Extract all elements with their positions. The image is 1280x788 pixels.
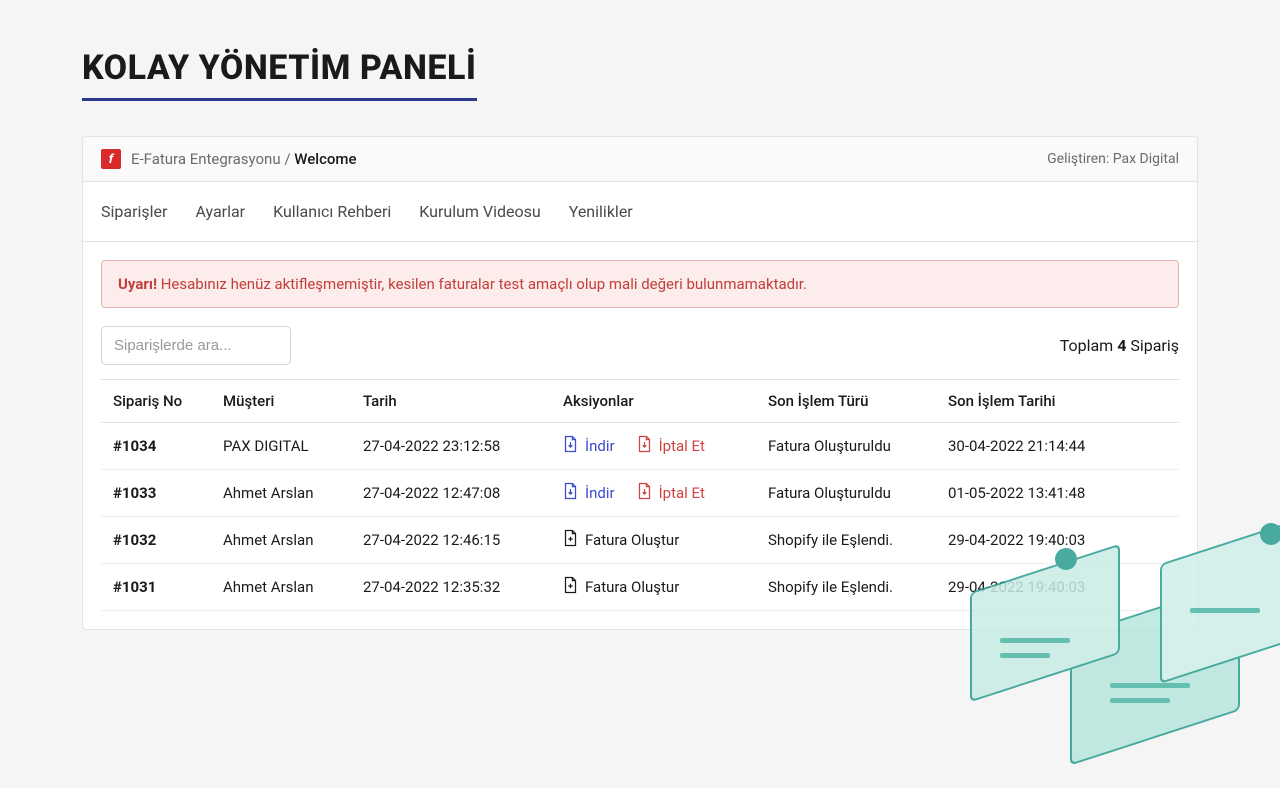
breadcrumb: f E-Fatura Entegrasyonu / Welcome bbox=[101, 149, 357, 169]
developer-label: Geliştiren: Pax Digital bbox=[1047, 151, 1179, 167]
cell-customer: Ahmet Arslan bbox=[211, 517, 351, 564]
tab-ayarlar[interactable]: Ayarlar bbox=[195, 198, 245, 225]
cell-last-type: Fatura Oluşturuldu bbox=[756, 423, 936, 470]
orders-table: Sipariş No Müşteri Tarih Aksiyonlar Son … bbox=[101, 379, 1179, 611]
logo-icon: f bbox=[101, 149, 121, 169]
cancel-icon bbox=[637, 435, 652, 457]
cell-order-no: #1034 bbox=[101, 423, 211, 470]
col-date: Tarih bbox=[351, 380, 551, 423]
warning-alert: Uyarı! Hesabınız henüz aktifleşmemiştir,… bbox=[101, 260, 1179, 308]
page-title: KOLAY YÖNETİM PANELİ bbox=[82, 48, 1280, 88]
cancel-button[interactable]: İptal Et bbox=[637, 435, 705, 457]
total-count: Toplam 4 Sipariş bbox=[1060, 336, 1179, 355]
create-invoice-button[interactable]: Fatura Oluştur bbox=[563, 576, 679, 598]
cell-date: 27-04-2022 23:12:58 bbox=[351, 423, 551, 470]
admin-panel: f E-Fatura Entegrasyonu / Welcome Gelişt… bbox=[82, 136, 1198, 630]
tab-yenilikler[interactable]: Yenilikler bbox=[569, 198, 633, 225]
tab-kurulum-videosu[interactable]: Kurulum Videosu bbox=[419, 198, 540, 225]
table-row: #1033 Ahmet Arslan 27-04-2022 12:47:08 İ… bbox=[101, 470, 1179, 517]
col-order-no: Sipariş No bbox=[101, 380, 211, 423]
cancel-button[interactable]: İptal Et bbox=[637, 482, 705, 504]
cell-last-date: 30-04-2022 21:14:44 bbox=[936, 423, 1179, 470]
cell-actions: Fatura Oluştur bbox=[551, 517, 756, 564]
tabs: Siparişler Ayarlar Kullanıcı Rehberi Kur… bbox=[83, 182, 1197, 242]
download-icon bbox=[563, 435, 578, 457]
col-last-type: Son İşlem Türü bbox=[756, 380, 936, 423]
table-row: #1031 Ahmet Arslan 27-04-2022 12:35:32 F… bbox=[101, 564, 1179, 611]
cell-last-date: 29-04-2022 19:40:03 bbox=[936, 517, 1179, 564]
cell-actions: Fatura Oluştur bbox=[551, 564, 756, 611]
cell-order-no: #1032 bbox=[101, 517, 211, 564]
cell-order-no: #1031 bbox=[101, 564, 211, 611]
cell-last-date: 01-05-2022 13:41:48 bbox=[936, 470, 1179, 517]
cell-last-type: Fatura Oluşturuldu bbox=[756, 470, 936, 517]
alert-strong: Uyarı! bbox=[118, 275, 157, 293]
tab-kullanici-rehberi[interactable]: Kullanıcı Rehberi bbox=[273, 198, 391, 225]
create-icon bbox=[563, 576, 578, 598]
alert-text: Hesabınız henüz aktifleşmemiştir, kesile… bbox=[157, 275, 807, 293]
tab-siparisler[interactable]: Siparişler bbox=[101, 198, 167, 225]
cell-customer: Ahmet Arslan bbox=[211, 564, 351, 611]
cell-actions: İndir İptal Et bbox=[551, 423, 756, 470]
create-invoice-button[interactable]: Fatura Oluştur bbox=[563, 529, 679, 551]
create-icon bbox=[563, 529, 578, 551]
table-row: #1032 Ahmet Arslan 27-04-2022 12:46:15 F… bbox=[101, 517, 1179, 564]
cell-date: 27-04-2022 12:46:15 bbox=[351, 517, 551, 564]
breadcrumb-separator: / bbox=[281, 150, 295, 168]
download-button[interactable]: İndir bbox=[563, 482, 615, 504]
cancel-icon bbox=[637, 482, 652, 504]
breadcrumb-root[interactable]: E-Fatura Entegrasyonu bbox=[131, 150, 281, 168]
download-icon bbox=[563, 482, 578, 504]
col-last-date: Son İşlem Tarihi bbox=[936, 380, 1179, 423]
cell-actions: İndir İptal Et bbox=[551, 470, 756, 517]
cell-customer: Ahmet Arslan bbox=[211, 470, 351, 517]
cell-order-no: #1033 bbox=[101, 470, 211, 517]
search-input[interactable] bbox=[101, 326, 291, 365]
cell-customer: PAX DIGITAL bbox=[211, 423, 351, 470]
download-button[interactable]: İndir bbox=[563, 435, 615, 457]
table-row: #1034 PAX DIGITAL 27-04-2022 23:12:58 İn… bbox=[101, 423, 1179, 470]
panel-header: f E-Fatura Entegrasyonu / Welcome Gelişt… bbox=[83, 137, 1197, 182]
cell-last-date: 29-04-2022 19:40:03 bbox=[936, 564, 1179, 611]
cell-date: 27-04-2022 12:47:08 bbox=[351, 470, 551, 517]
content-area: Uyarı! Hesabınız henüz aktifleşmemiştir,… bbox=[83, 242, 1197, 629]
cell-date: 27-04-2022 12:35:32 bbox=[351, 564, 551, 611]
breadcrumb-current: Welcome bbox=[294, 150, 356, 168]
toolbar: Toplam 4 Sipariş bbox=[101, 326, 1179, 365]
col-customer: Müşteri bbox=[211, 380, 351, 423]
cell-last-type: Shopify ile Eşlendi. bbox=[756, 564, 936, 611]
cell-last-type: Shopify ile Eşlendi. bbox=[756, 517, 936, 564]
col-actions: Aksiyonlar bbox=[551, 380, 756, 423]
title-underline bbox=[82, 98, 477, 101]
